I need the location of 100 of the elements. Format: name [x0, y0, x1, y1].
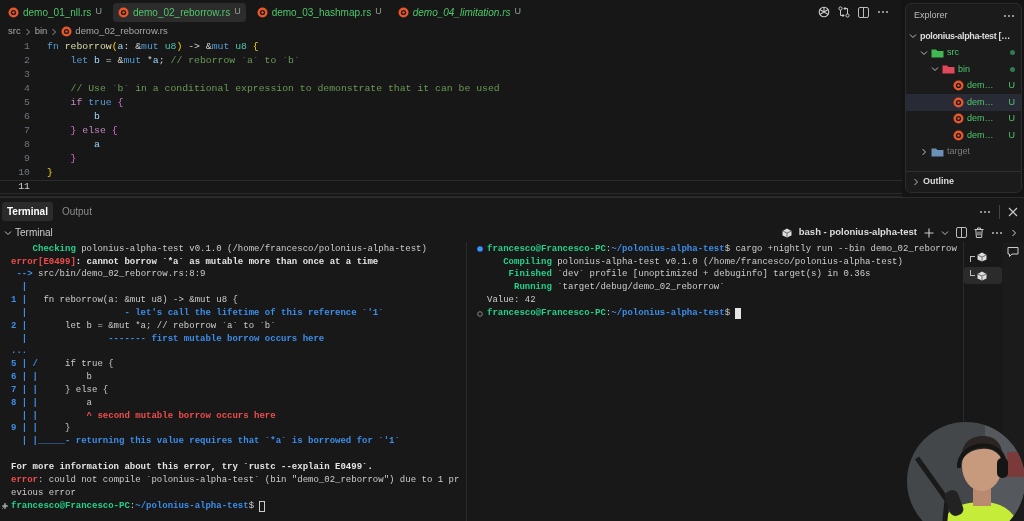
close-icon[interactable]: [1008, 206, 1018, 217]
cog-icon: [953, 80, 964, 92]
cog-icon: [117, 6, 129, 18]
knot-icon[interactable]: [818, 6, 830, 18]
chat-icon[interactable]: [1007, 246, 1019, 258]
folder-icon: [942, 64, 955, 75]
cog-icon: [953, 129, 964, 141]
line-number: 6: [23, 109, 30, 124]
terminal-line: Finished `dev` profile [unoptimized + debuginfo] target(s) in 0.36s: [507, 268, 871, 282]
terminal-line: | ------- first mutable borrow occurs here: [20, 332, 325, 346]
code-line: a: [93, 137, 100, 152]
compare-icon[interactable]: [838, 6, 850, 18]
terminal-line: francesco@Francesco-PC:~/polonius-alpha-test$ cargo +nightly run --bin demo_02_reborrow: [487, 242, 957, 256]
split-icon[interactable]: [956, 227, 967, 238]
more-icon[interactable]: [877, 10, 889, 14]
chevron-icon[interactable]: [920, 147, 928, 156]
status-label: U: [95, 5, 102, 19]
code-line: if true {: [69, 95, 124, 110]
code-line: }: [47, 165, 53, 180]
line-number: 10: [17, 165, 30, 180]
code-line: // Use `b` in a conditional expression to demonstrate that it can be used: [69, 81, 500, 96]
cog-icon: [8, 6, 19, 18]
terminal-line: Running `target/debug/demo_02_reborrow`: [513, 281, 725, 295]
line-number: 7: [23, 123, 30, 138]
code-line: }: [69, 151, 77, 166]
cog-icon: [953, 96, 964, 108]
breadcrumb-item[interactable]: bin: [34, 24, 48, 39]
status-label: U: [1008, 112, 1015, 125]
chevron-icon[interactable]: [912, 178, 920, 186]
panel-tab[interactable]: Output: [56, 202, 97, 221]
panel-tab[interactable]: Terminal: [2, 202, 53, 221]
tree-item[interactable]: target: [906, 143, 1021, 160]
terminal-name[interactable]: bash - polonius-alpha-test: [798, 225, 917, 240]
tree-item[interactable]: dem… U: [906, 77, 1021, 94]
line-number: 4: [23, 81, 30, 96]
line-number: 11: [17, 179, 30, 194]
chevron-icon[interactable]: [1010, 228, 1018, 237]
plus-icon[interactable]: [924, 227, 934, 238]
breadcrumb-item[interactable]: src: [8, 24, 21, 39]
terminal-line: | |_____- returning this value requires that `*a` is borrowed for `'1`: [20, 435, 400, 449]
panel-title: Explorer: [914, 9, 948, 23]
terminal-line: error: could not compile `polonius-alpha-test` (bin "demo_02_reborrow") due to 1 pr: [11, 473, 460, 487]
breadcrumb-item[interactable]: demo_02_reborrow.rs: [75, 24, 168, 39]
code-line: fn reborrow(a: &mut u8) -> &mut u8 {: [47, 39, 259, 54]
terminal-line: 8 | | a: [11, 396, 93, 410]
terminal-line: ...: [11, 345, 28, 359]
tree-item[interactable]: dem… U: [906, 110, 1021, 127]
editor-tab[interactable]: demo_04_limitation.rs U: [392, 2, 526, 22]
line-number: 2: [23, 53, 30, 68]
terminal-line: --> src/bin/demo_02_reborrow.rs:8:9: [15, 268, 206, 282]
terminal-line: francesco@Francesco-PC:~/polonius-alpha-test$: [11, 499, 256, 513]
cube-icon: [977, 251, 987, 262]
terminal-line: |: [20, 281, 28, 295]
terminal-line: | | ^ second mutable borrow occurs here: [20, 409, 276, 423]
caret-icon[interactable]: [941, 228, 949, 237]
code-line: b: [93, 109, 100, 124]
editor-tab[interactable]: demo_03_hashmap.rs U: [251, 2, 387, 22]
terminal-line: evious error: [11, 486, 76, 500]
terminal-line: Checking polonius-alpha-test v0.1.0 (/home/francesco/polonius-alpha-test): [31, 242, 427, 256]
more-icon[interactable]: [979, 209, 991, 214]
terminal-line: | - let's call the lifetime of this reference `'1`: [20, 306, 384, 320]
terminal-line: 7 | | } else {: [11, 383, 109, 397]
tree-item[interactable]: dem… U: [906, 127, 1021, 144]
section-header[interactable]: Terminal: [4, 225, 53, 240]
code-line: } else {: [69, 123, 118, 138]
editor-tab[interactable]: demo_02_reborrow.rs U: [112, 2, 246, 22]
terminal-line: 6 | | b: [11, 371, 93, 385]
line-number: 3: [23, 67, 30, 82]
terminal-line: 1 | fn reborrow(a: &mut u8) -> &mut u8 {: [11, 294, 238, 308]
folder-icon: [931, 146, 944, 157]
terminal-line: Compiling polonius-alpha-test v0.1.0 (/home/francesco/polonius-alpha-test): [502, 255, 903, 269]
chevron-icon[interactable]: [4, 228, 12, 237]
cog-icon: [953, 113, 964, 125]
section-header[interactable]: Outline: [906, 171, 1021, 192]
cog-icon: [397, 6, 409, 18]
editor-tab[interactable]: demo_01_nll.rs U: [3, 2, 107, 22]
tree-item[interactable]: polonius-alpha-test […: [906, 28, 1021, 45]
line-number: 1: [23, 39, 30, 54]
trash-icon[interactable]: [974, 227, 984, 238]
chevron-icon[interactable]: [50, 27, 59, 36]
cog-icon: [256, 6, 268, 18]
tree-item[interactable]: src: [906, 44, 1021, 61]
cube-icon: [977, 270, 987, 281]
more-icon[interactable]: [1003, 14, 1015, 18]
split-icon[interactable]: [858, 6, 869, 18]
line-number: 9: [23, 151, 30, 166]
line-number: 5: [23, 95, 30, 110]
terminal-line: 2 | let b = &mut *a; // reborrow `a` to `b`: [11, 319, 276, 333]
more-icon[interactable]: [991, 230, 1003, 235]
tree-item[interactable]: bin: [906, 61, 1021, 78]
cube-icon: [781, 227, 792, 238]
tree-item[interactable]: dem… U: [906, 94, 1021, 111]
terminal-item[interactable]: [964, 267, 1002, 284]
chevron-icon[interactable]: [23, 27, 32, 36]
status-label: U: [1008, 95, 1015, 109]
cog-icon: [61, 26, 73, 37]
status-label: U: [234, 5, 241, 19]
terminal-line: Value: 42: [487, 294, 536, 308]
terminal-line: error[E0499]: cannot borrow `*a` as mutable more than once at a time: [11, 255, 379, 269]
status-label: U: [1008, 79, 1015, 92]
